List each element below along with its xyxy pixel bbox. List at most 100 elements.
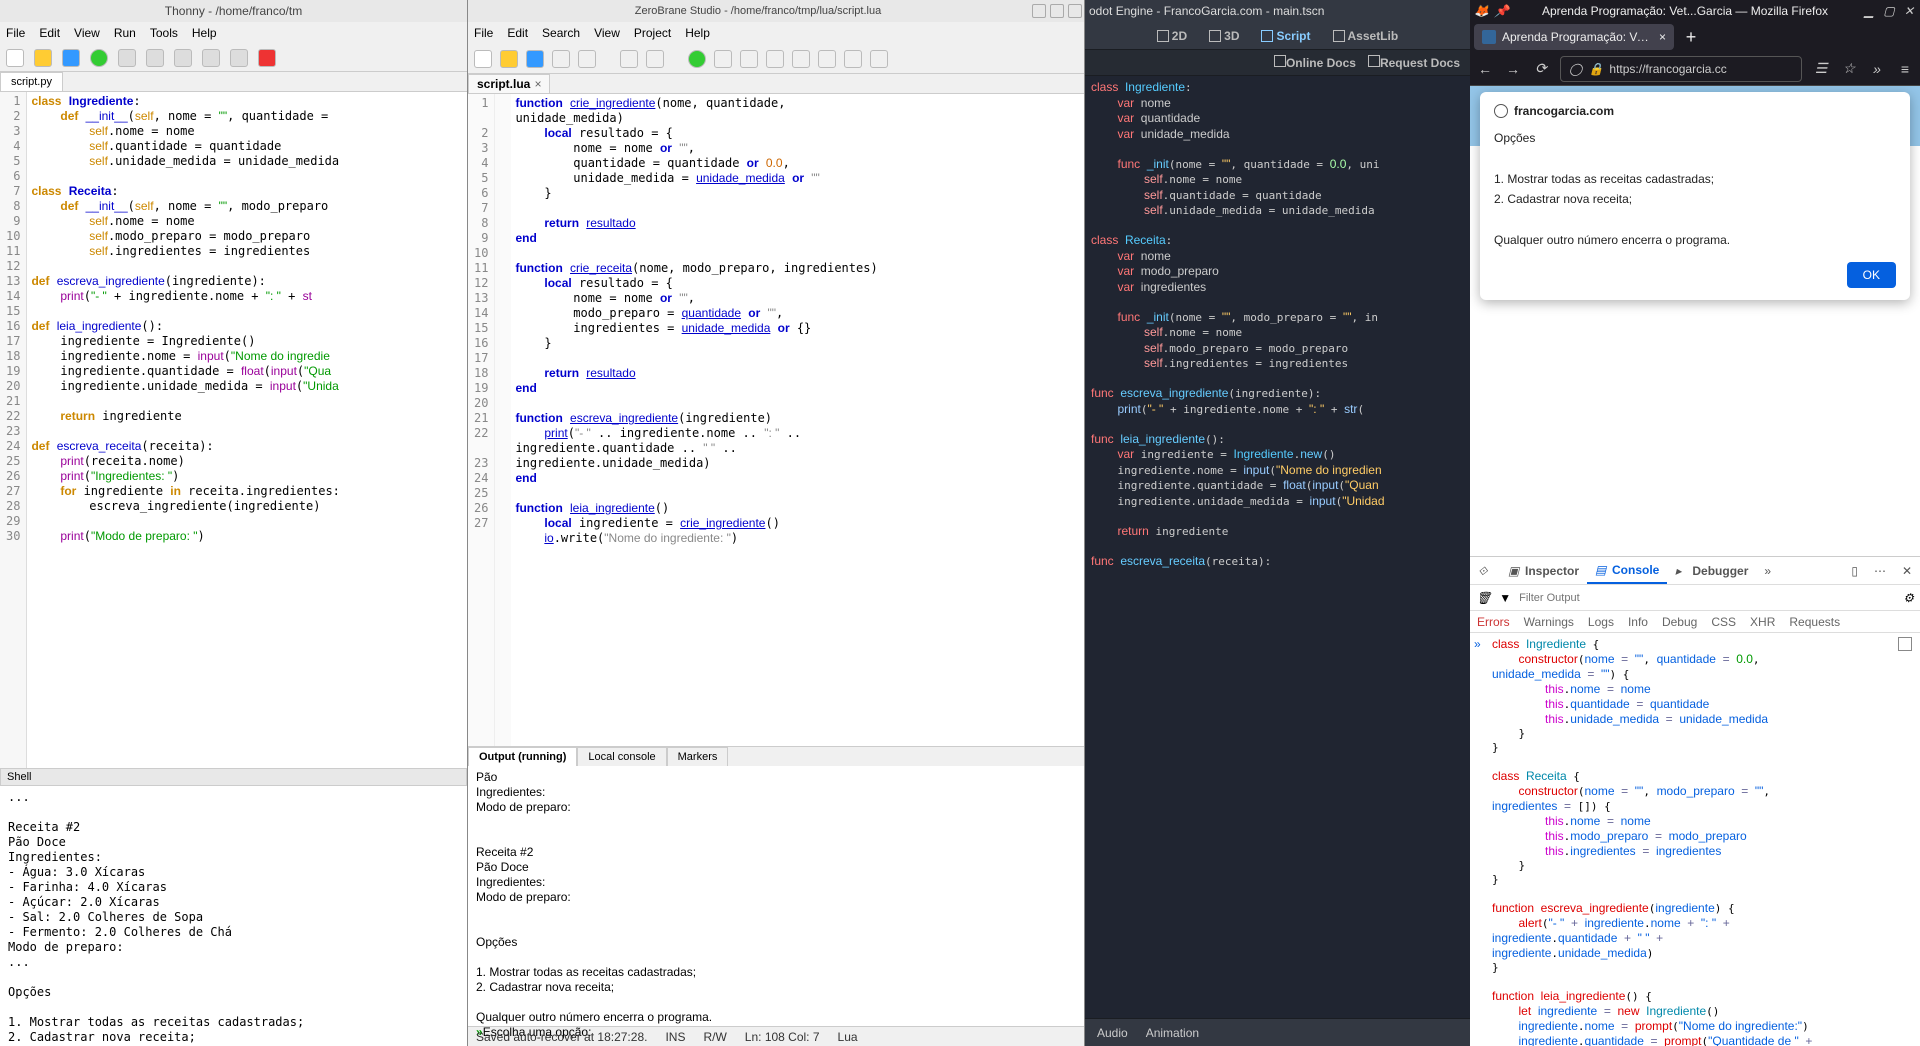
cat-info[interactable]: Info [1621,615,1655,629]
save-icon[interactable] [526,50,544,68]
save-all-icon[interactable] [552,50,570,68]
menu-search[interactable]: Search [542,26,580,40]
new-file-icon[interactable] [6,49,24,67]
menu-help[interactable]: Help [192,26,217,40]
zbs-fold-column[interactable] [495,94,511,746]
step-into-icon[interactable] [766,50,784,68]
filter-input[interactable] [1519,592,1895,604]
debug-icon[interactable] [118,49,136,67]
tab-close-icon[interactable]: × [1659,30,1666,44]
tab-script-py[interactable]: script.py [0,72,63,91]
menu-edit[interactable]: Edit [507,26,528,40]
minimize-icon[interactable]: ▁ [1862,4,1876,18]
step-over-icon[interactable] [146,49,164,67]
step-over-icon[interactable] [792,50,810,68]
reload-icon[interactable]: ⟳ [1532,60,1550,78]
zbs-code-text[interactable]: function crie_ingrediente(nome, quantida… [511,94,1084,746]
thonny-shell-header[interactable]: Shell [0,768,467,786]
tab-local-console[interactable]: Local console [577,747,666,766]
pin-icon[interactable]: 📌 [1494,4,1508,18]
cat-warnings[interactable]: Warnings [1517,615,1581,629]
workspace-assetlib[interactable]: AssetLib [1327,26,1405,46]
run-no-debug-icon[interactable] [714,50,732,68]
save-file-icon[interactable] [62,49,80,67]
thonny-editor[interactable]: 1 2 3 4 5 6 7 8 9 10 11 12 13 14 15 16 1… [0,92,467,768]
menu-file[interactable]: File [474,26,493,40]
new-tab-button[interactable]: + [1678,24,1704,50]
cat-xhr[interactable]: XHR [1743,615,1782,629]
menu-run[interactable]: Run [114,26,136,40]
menu-file[interactable]: File [6,26,25,40]
menu-tools[interactable]: Tools [150,26,178,40]
bookmark-icon[interactable]: ☆ [1840,60,1858,78]
cat-errors[interactable]: Errors [1470,615,1517,629]
menu-view[interactable]: View [594,26,620,40]
filter-icon[interactable]: ▼ [1499,591,1511,605]
dialog-ok-button[interactable]: OK [1847,262,1896,288]
tab-script-lua[interactable]: script.lua× [468,74,550,93]
clear-console-icon[interactable]: 🗑 [1476,591,1491,605]
workspace-script[interactable]: Script [1255,26,1316,46]
menu-view[interactable]: View [74,26,100,40]
maximize-icon[interactable]: ▢ [1882,4,1896,18]
cat-css[interactable]: CSS [1704,615,1743,629]
panel-audio[interactable]: Audio [1097,1026,1128,1040]
request-docs-link[interactable]: Request Docs [1368,55,1460,70]
maximize-icon[interactable] [1050,4,1064,18]
tab-markers[interactable]: Markers [667,747,729,766]
thonny-code-text[interactable]: class Ingrediente: def __init__(self, no… [27,92,467,768]
workspace-2d[interactable]: 2D [1151,26,1193,46]
online-docs-link[interactable]: Online Docs [1274,55,1356,70]
forward-icon[interactable]: → [1504,60,1522,78]
break-icon[interactable] [740,50,758,68]
zbs-editor[interactable]: 1 2 3 4 5 6 7 8 9 10 11 12 13 14 15 16 1… [468,93,1084,746]
app-menu-icon[interactable]: ≡ [1896,60,1914,78]
open-file-icon[interactable] [500,50,518,68]
tabs-overflow-icon[interactable]: » [1756,557,1779,584]
workspace-3d[interactable]: 3D [1203,26,1245,46]
menu-edit[interactable]: Edit [39,26,60,40]
scratchpad-icon[interactable] [1898,637,1912,651]
thonny-shell[interactable]: ... Receita #2 Pão Doce Ingredientes: - … [0,786,467,1046]
step-into-icon[interactable] [174,49,192,67]
url-bar[interactable]: ◯ 🔒 https://francogarcia.cc [1560,56,1802,82]
run-icon[interactable] [90,49,108,67]
cat-debug[interactable]: Debug [1655,615,1704,629]
cat-requests[interactable]: Requests [1782,615,1847,629]
step-out-icon[interactable] [202,49,220,67]
panel-animation[interactable]: Animation [1146,1026,1199,1040]
devtools-more-icon[interactable]: ⋯ [1866,557,1894,584]
tab-close-icon[interactable]: × [534,77,541,91]
shield-icon[interactable]: ◯ [1569,62,1582,76]
cat-logs[interactable]: Logs [1581,615,1621,629]
toggle-breakpoint-icon[interactable] [844,50,862,68]
browser-tab[interactable]: Aprenda Programação: Vetor × [1474,24,1674,50]
start-debug-icon[interactable] [688,50,706,68]
devtools-docking-icon[interactable]: ▯ [1843,557,1866,584]
stack-icon[interactable] [870,50,888,68]
tab-console[interactable]: ▤Console [1587,557,1667,584]
menu-project[interactable]: Project [634,26,671,40]
close-icon[interactable] [1068,4,1082,18]
tab-debugger[interactable]: ▸Debugger [1667,557,1756,584]
tab-output[interactable]: Output (running) [468,747,577,766]
devtools-close-icon[interactable]: ✕ [1894,557,1920,584]
back-icon[interactable]: ← [1476,60,1494,78]
console-output[interactable]: »class Ingrediente { constructor(nome = … [1470,633,1920,1046]
project-dir-icon[interactable] [578,50,596,68]
new-file-icon[interactable] [474,50,492,68]
reader-icon[interactable]: ☰ [1812,60,1830,78]
find-icon[interactable] [620,50,638,68]
console-settings-icon[interactable]: ⚙ [1903,591,1914,605]
step-out-icon[interactable] [818,50,836,68]
devtools-picker-icon[interactable]: ⟐ [1470,557,1500,584]
zbs-output[interactable]: Pão Ingredientes: Modo de preparo: Recei… [468,766,1084,1026]
stop-icon[interactable] [258,49,276,67]
overflow-icon[interactable]: » [1868,60,1886,78]
resume-icon[interactable] [230,49,248,67]
open-file-icon[interactable] [34,49,52,67]
menu-help[interactable]: Help [685,26,710,40]
godot-script-editor[interactable]: class Ingrediente: var nome var quantida… [1085,76,1470,1018]
replace-icon[interactable] [646,50,664,68]
close-icon[interactable]: ✕ [1902,4,1916,18]
